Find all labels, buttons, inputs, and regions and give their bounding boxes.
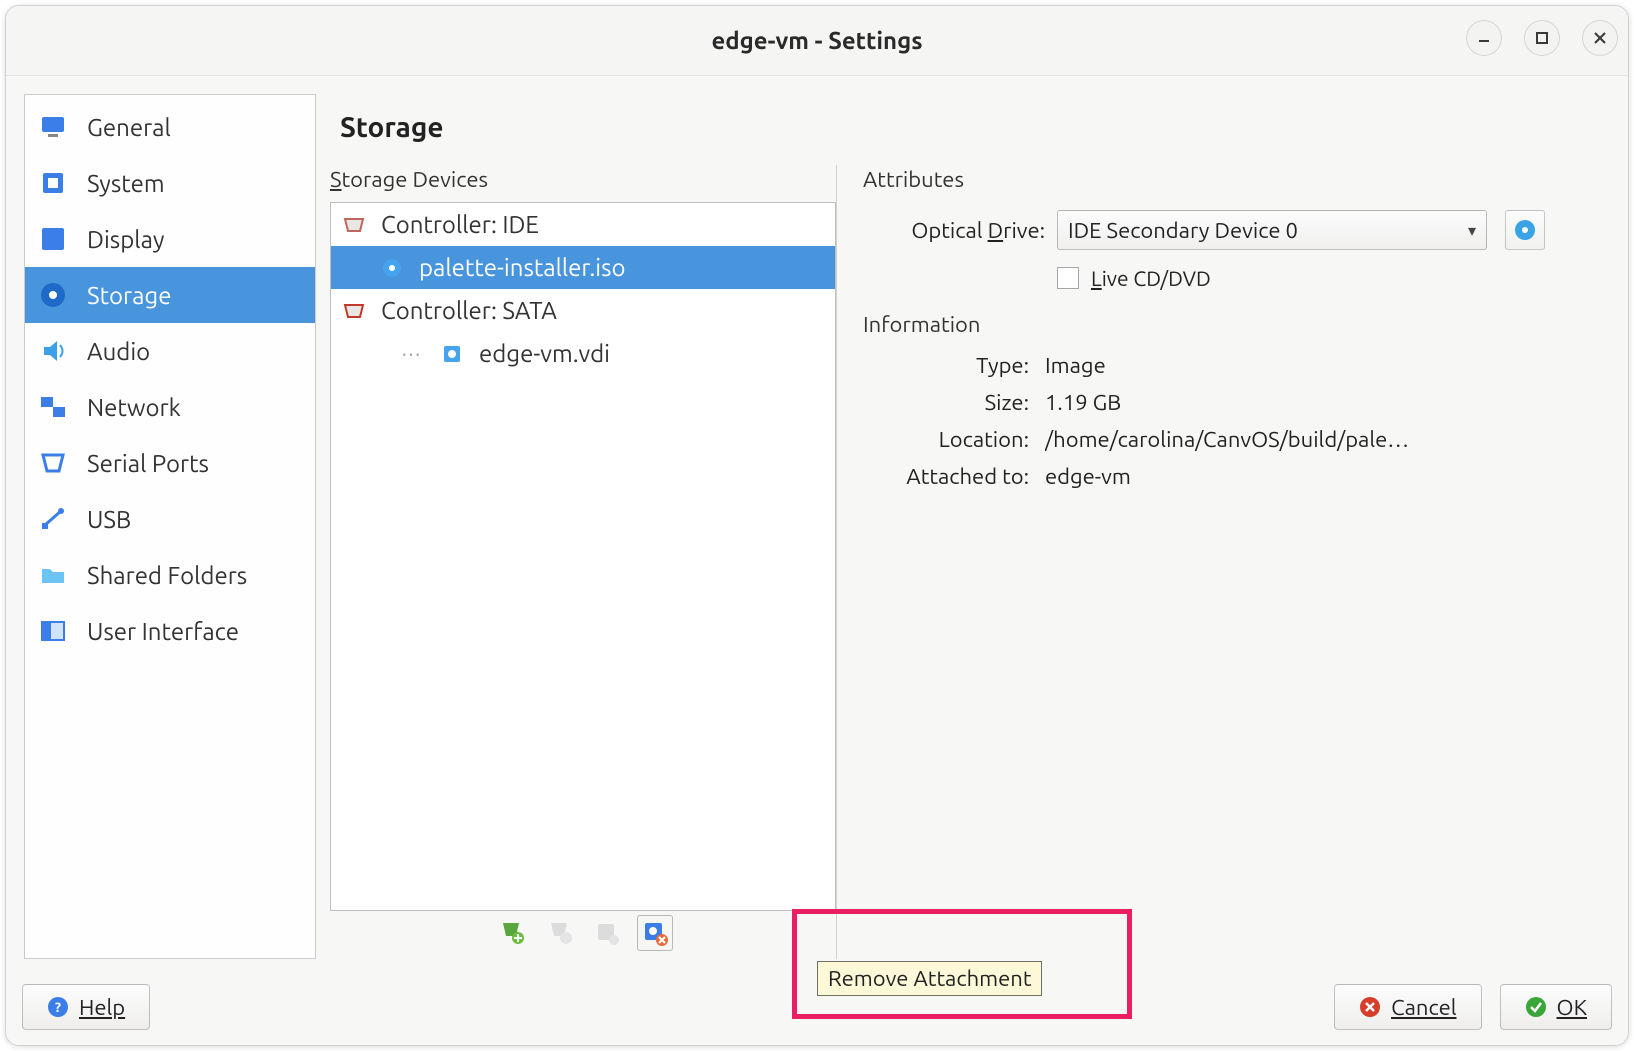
storage-devices-tree[interactable]: Controller: IDE palette-installer.iso xyxy=(330,202,836,911)
tree-label: Controller: IDE xyxy=(381,211,539,238)
harddisk-icon xyxy=(439,341,465,367)
window-minimize-button[interactable] xyxy=(1466,20,1502,56)
settings-window: edge-vm - Settings G xyxy=(5,5,1629,1046)
chip-icon xyxy=(39,169,67,197)
cancel-label: Cancel xyxy=(1391,995,1456,1020)
sidebar-item-label: User Interface xyxy=(87,618,239,645)
info-attached-value: edge-vm xyxy=(1045,464,1612,489)
tree-controller-sata[interactable]: Controller: SATA xyxy=(331,289,835,332)
ok-label: OK xyxy=(1557,995,1587,1020)
info-type-value: Image xyxy=(1045,353,1612,378)
tree-item-harddisk[interactable]: ⋯ edge-vm.vdi xyxy=(331,332,835,375)
folder-icon xyxy=(39,561,67,589)
sidebar-item-label: Display xyxy=(87,226,164,253)
add-controller-button[interactable] xyxy=(493,915,529,951)
sidebar-item-system[interactable]: System xyxy=(25,155,315,211)
live-cd-label: Live CD/DVD xyxy=(1091,266,1211,290)
sidebar-item-label: System xyxy=(87,170,165,197)
serial-icon xyxy=(39,449,67,477)
cancel-button[interactable]: Cancel xyxy=(1334,984,1481,1030)
tree-controller-ide[interactable]: Controller: IDE xyxy=(331,203,835,246)
sidebar-item-label: Shared Folders xyxy=(87,562,247,589)
window-maximize-button[interactable] xyxy=(1524,20,1560,56)
info-type-label: Type: xyxy=(863,353,1045,378)
window-title: edge-vm - Settings xyxy=(711,27,922,54)
chevron-down-icon: ▾ xyxy=(1468,221,1476,240)
tree-guide-icon: ⋯ xyxy=(401,342,425,366)
info-size-label: Size: xyxy=(863,390,1045,415)
ui-icon xyxy=(39,617,67,645)
optical-drive-value: IDE Secondary Device 0 xyxy=(1068,218,1298,243)
ok-button[interactable]: OK xyxy=(1500,984,1612,1030)
sidebar-item-label: Storage xyxy=(87,282,171,309)
tree-label: edge-vm.vdi xyxy=(479,340,610,367)
usb-icon xyxy=(39,505,67,533)
tree-item-optical-iso[interactable]: palette-installer.iso xyxy=(331,246,835,289)
settings-sidebar: General System Display xyxy=(24,94,316,959)
sidebar-item-usb[interactable]: USB xyxy=(25,491,315,547)
display-icon xyxy=(39,225,67,253)
window-close-button[interactable] xyxy=(1582,20,1618,56)
svg-text:?: ? xyxy=(55,999,61,1015)
page-title: Storage xyxy=(330,94,1612,165)
choose-disk-button[interactable] xyxy=(1505,210,1545,250)
information-label: Information xyxy=(863,310,1612,347)
titlebar: edge-vm - Settings xyxy=(6,6,1628,76)
remove-attachment-button[interactable] xyxy=(637,915,673,951)
optical-drive-select[interactable]: IDE Secondary Device 0 ▾ xyxy=(1057,210,1487,250)
speaker-icon xyxy=(39,337,67,365)
sidebar-item-serial-ports[interactable]: Serial Ports xyxy=(25,435,315,491)
sidebar-item-display[interactable]: Display xyxy=(25,211,315,267)
remove-controller-button[interactable] xyxy=(541,915,577,951)
attributes-label: Attributes xyxy=(863,165,1612,202)
optical-drive-label: Optical Drive: xyxy=(863,218,1045,243)
tree-label: palette-installer.iso xyxy=(419,254,626,281)
storage-pane: Storage Storage Devices Controller: IDE xyxy=(330,94,1612,959)
controller-sata-icon xyxy=(341,298,367,324)
sidebar-item-label: Network xyxy=(87,394,181,421)
sidebar-item-label: Serial Ports xyxy=(87,450,209,477)
optical-disc-icon xyxy=(379,255,405,281)
help-label: Help xyxy=(79,995,125,1020)
sidebar-item-user-interface[interactable]: User Interface xyxy=(25,603,315,659)
add-attachment-button[interactable] xyxy=(589,915,625,951)
sidebar-item-label: USB xyxy=(87,506,131,533)
disk-icon xyxy=(39,281,67,309)
live-cd-checkbox[interactable] xyxy=(1057,267,1079,289)
info-location-value: /home/carolina/CanvOS/build/pale… xyxy=(1045,427,1612,452)
sidebar-item-audio[interactable]: Audio xyxy=(25,323,315,379)
remove-attachment-tooltip: Remove Attachment xyxy=(817,961,1042,996)
controller-ide-icon xyxy=(341,212,367,238)
sidebar-item-storage[interactable]: Storage xyxy=(25,267,315,323)
tree-label: Controller: SATA xyxy=(381,297,557,324)
sidebar-item-label: Audio xyxy=(87,338,150,365)
storage-devices-label: Storage Devices xyxy=(330,165,836,202)
sidebar-item-shared-folders[interactable]: Shared Folders xyxy=(25,547,315,603)
info-size-value: 1.19 GB xyxy=(1045,390,1612,415)
network-icon xyxy=(39,393,67,421)
sidebar-item-label: General xyxy=(87,114,171,141)
info-location-label: Location: xyxy=(863,427,1045,452)
sidebar-item-network[interactable]: Network xyxy=(25,379,315,435)
monitor-icon xyxy=(39,113,67,141)
sidebar-item-general[interactable]: General xyxy=(25,99,315,155)
help-button[interactable]: ? Help xyxy=(22,984,150,1030)
info-attached-label: Attached to: xyxy=(863,464,1045,489)
storage-toolbar: Remove Attachment xyxy=(330,911,836,959)
